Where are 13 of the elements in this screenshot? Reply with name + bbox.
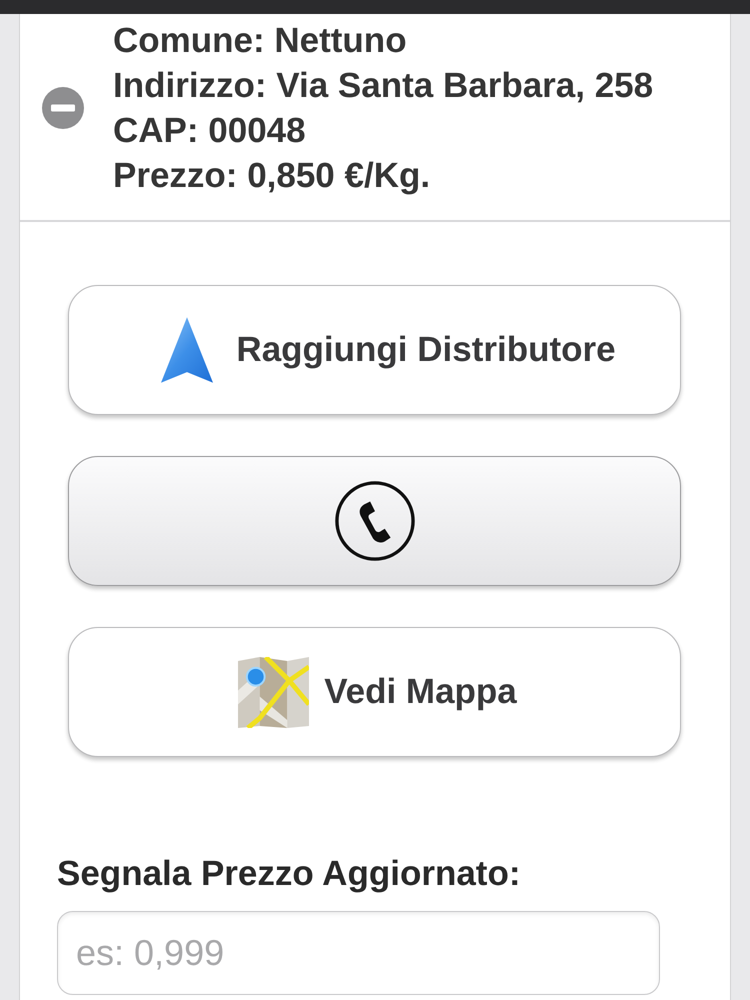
detail-text: Prezzo: 0,850 €/Kg.	[113, 155, 432, 197]
field-label: Segnala Prezzo Aggiornato:	[57, 855, 522, 893]
map-icon	[238, 656, 310, 728]
minus-circle-icon[interactable]	[42, 87, 84, 129]
detail-text: CAP: 00048	[113, 110, 307, 152]
map-button[interactable]: Vedi Mappa	[68, 627, 681, 757]
navigate-button[interactable]: Raggiungi Distributore	[68, 285, 681, 415]
detail-text: Indirizzo: Via Santa Barbara, 258	[113, 65, 654, 107]
phone-icon	[334, 481, 414, 561]
price-input-field[interactable]: es: 0,999	[57, 911, 660, 995]
navigation-arrow-icon	[161, 316, 214, 384]
call-button[interactable]	[68, 456, 681, 586]
detail-text: Comune: Nettuno	[113, 20, 408, 62]
